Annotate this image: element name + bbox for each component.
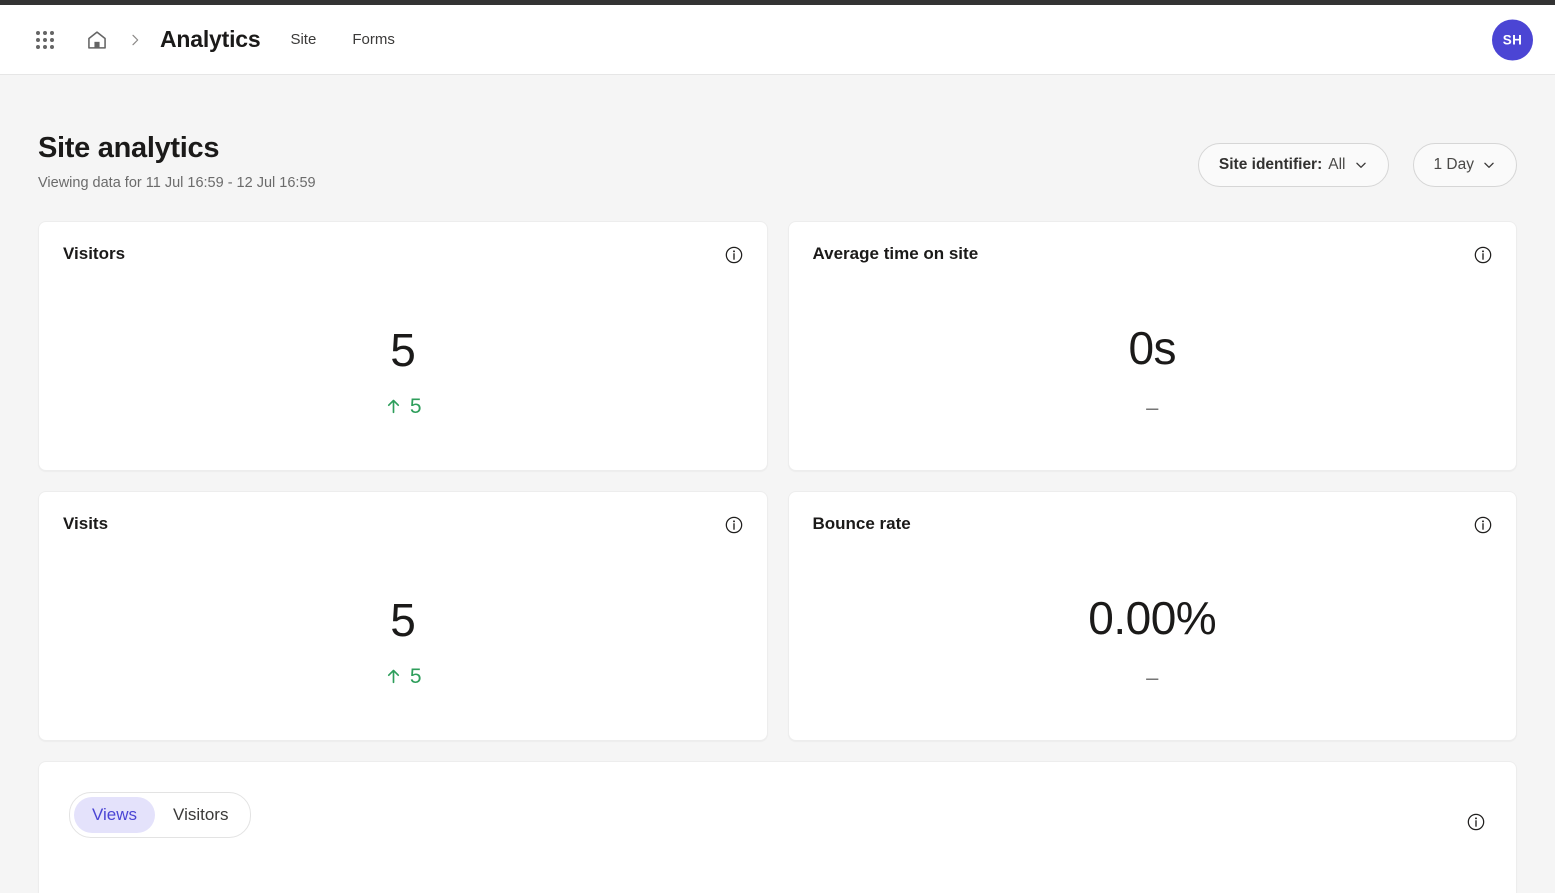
info-icon[interactable] (1473, 515, 1493, 535)
card-title: Visitors (63, 244, 126, 264)
nav-link-forms[interactable]: Forms (340, 25, 407, 54)
header-left-group: Analytics Site Forms (24, 19, 407, 61)
chart-panel: Views Visitors (38, 761, 1517, 893)
card-title: Bounce rate (812, 514, 911, 534)
metric-delta: 5 (384, 665, 422, 687)
card-title: Average time on site (812, 244, 979, 264)
site-identifier-select[interactable]: Site identifier: All (1197, 143, 1389, 187)
metric-delta: – (1146, 397, 1158, 419)
chevron-down-icon (1482, 158, 1496, 172)
page-header: Site analytics Viewing data for 11 Jul 1… (38, 75, 1517, 191)
site-identifier-value: All (1328, 156, 1346, 173)
toggle-option-views[interactable]: Views (74, 797, 156, 834)
app-launcher-icon (36, 30, 54, 49)
metric-delta-value: – (1146, 665, 1159, 691)
metric-card-bounce-rate: Bounce rate 0.00% – (787, 491, 1517, 742)
page-content: Site analytics Viewing data for 11 Jul 1… (0, 75, 1555, 893)
metric-body: 5 5 (39, 296, 767, 448)
metric-card-average-time-on-site: Average time on site 0s – (787, 221, 1517, 472)
info-icon[interactable] (724, 245, 744, 265)
avatar[interactable]: SH (1492, 19, 1533, 60)
toggle-option-visitors[interactable]: Visitors (155, 797, 246, 833)
home-icon (88, 30, 106, 49)
chart-series-toggle: Views Visitors (69, 792, 252, 839)
metric-delta-value: 5 (409, 394, 422, 418)
metric-delta-value: – (1146, 395, 1159, 421)
chevron-down-icon (1354, 158, 1368, 172)
info-icon[interactable] (1466, 812, 1486, 837)
app-launcher-button[interactable] (24, 19, 66, 61)
metric-body: 0.00% – (789, 566, 1517, 718)
metric-body: 0s – (789, 296, 1517, 448)
metric-value: 0.00% (1088, 592, 1217, 645)
info-icon[interactable] (1473, 245, 1493, 265)
metric-card-visitors: Visitors 5 5 (38, 221, 768, 472)
breadcrumb-separator (118, 32, 152, 48)
metric-body: 5 5 (39, 566, 767, 718)
site-identifier-label: Site identifier: (1218, 156, 1323, 173)
app-header: Analytics Site Forms SH (0, 5, 1555, 75)
arrow-up-icon (387, 400, 399, 414)
arrow-up-icon (387, 670, 399, 684)
metric-value: 0s (1128, 322, 1177, 375)
metric-delta-value: 5 (409, 664, 422, 688)
time-range-select[interactable]: 1 Day (1412, 143, 1517, 187)
time-range-value: 1 Day (1433, 156, 1475, 173)
metric-delta: – (1146, 667, 1158, 689)
page-subtitle: Viewing data for 11 Jul 16:59 - 12 Jul 1… (38, 175, 316, 192)
chevron-right-icon (132, 34, 139, 45)
metric-value: 5 (390, 324, 416, 377)
page-filters: Site identifier: All 1 Day (1197, 133, 1517, 187)
page-heading-block: Site analytics Viewing data for 11 Jul 1… (38, 132, 316, 192)
metric-delta: 5 (384, 395, 422, 417)
card-title: Visits (63, 514, 109, 534)
metric-card-visits: Visits 5 5 (38, 491, 768, 742)
metric-value: 5 (390, 594, 416, 647)
page-title: Site analytics (38, 132, 220, 164)
nav-link-site[interactable]: Site (278, 25, 328, 54)
home-button[interactable] (76, 19, 118, 61)
info-icon[interactable] (724, 515, 744, 535)
metric-card-grid: Visitors 5 5 Average time on site 0s – V… (38, 221, 1517, 742)
brand-title[interactable]: Analytics (160, 26, 261, 53)
